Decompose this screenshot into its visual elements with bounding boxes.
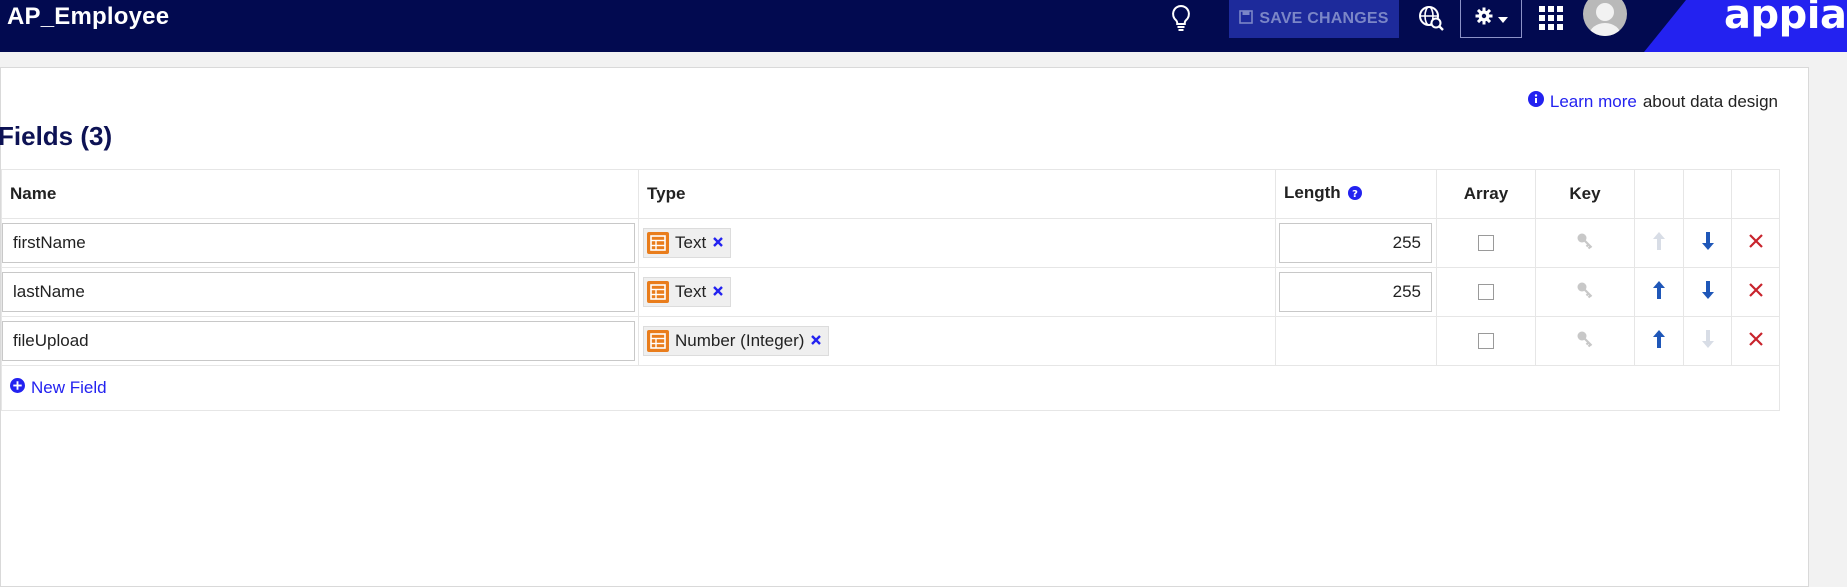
data-type-icon — [647, 232, 669, 254]
new-field-link[interactable]: New Field — [10, 378, 107, 398]
key-cell — [1535, 267, 1635, 317]
length-input[interactable] — [1279, 223, 1432, 263]
learn-more-suffix: about data design — [1642, 91, 1778, 111]
remove-type-icon[interactable] — [712, 233, 724, 253]
move-down-cell — [1683, 218, 1732, 268]
array-cell — [1436, 218, 1536, 268]
chevron-down-icon — [1497, 10, 1508, 28]
globe-search-icon[interactable] — [1415, 2, 1447, 34]
delete-cell — [1731, 218, 1780, 268]
column-header-array: Array — [1436, 169, 1536, 219]
length-cell — [1275, 316, 1437, 366]
apps-grid-icon[interactable] — [1536, 3, 1566, 33]
type-chip[interactable]: Text — [643, 277, 732, 307]
type-cell: Number (Integer) — [638, 316, 1276, 366]
move-down-cell — [1683, 316, 1732, 366]
save-changes-label: SAVE CHANGES — [1259, 10, 1389, 27]
plus-circle-icon — [10, 378, 25, 398]
key-cell — [1535, 218, 1635, 268]
length-cell — [1275, 267, 1437, 317]
name-cell — [1, 316, 639, 366]
remove-type-icon[interactable] — [810, 331, 822, 351]
data-type-icon — [647, 330, 669, 352]
help-icon[interactable]: ? — [1348, 185, 1363, 205]
type-label: Text — [675, 282, 707, 301]
column-header-move-up — [1634, 169, 1684, 219]
data-type-panel: Learn more about data design Fields (3) … — [0, 67, 1809, 587]
array-checkbox[interactable] — [1478, 333, 1494, 349]
learn-more-link[interactable]: Learn more — [1550, 92, 1637, 112]
move-up-cell — [1634, 218, 1684, 268]
delete-cell — [1731, 267, 1780, 317]
new-field-cell: New Field — [1, 365, 1780, 411]
array-cell — [1436, 316, 1536, 366]
length-input[interactable] — [1279, 272, 1432, 312]
arrow-down-icon — [1701, 329, 1714, 353]
delete-cell — [1731, 316, 1780, 366]
gear-icon — [1475, 7, 1493, 30]
new-field-label: New Field — [31, 378, 107, 397]
type-cell: Text — [638, 218, 1276, 268]
delete-icon[interactable] — [1748, 331, 1763, 351]
delete-icon[interactable] — [1748, 233, 1763, 253]
type-chip[interactable]: Number (Integer) — [643, 326, 830, 356]
arrow-down-icon[interactable] — [1701, 231, 1714, 255]
new-field-row: New Field — [1, 365, 1780, 411]
settings-menu-button[interactable] — [1460, 0, 1522, 38]
length-cell — [1275, 218, 1437, 268]
key-icon[interactable] — [1576, 330, 1594, 353]
section-title: Fields (3) — [0, 121, 113, 151]
key-icon[interactable] — [1576, 281, 1594, 304]
appian-logo: appian — [1724, 0, 1847, 38]
save-icon — [1239, 9, 1254, 29]
move-up-cell — [1634, 267, 1684, 317]
lightbulb-icon[interactable] — [1166, 2, 1196, 34]
learn-more-row: Learn more about data design — [1527, 91, 1778, 112]
column-header-key: Key — [1535, 169, 1635, 219]
table-row: Number (Integer) — [1, 316, 1780, 366]
column-header-length-label: Length — [1284, 183, 1341, 202]
fields-table: Name Type Length ? Array Key firstName T… — [1, 169, 1780, 411]
table-row: Text — [1, 267, 1780, 317]
column-header-type: Type — [638, 169, 1276, 219]
column-header-length: Length ? — [1275, 169, 1437, 219]
table-header-row: Name Type Length ? Array Key — [1, 169, 1780, 219]
svg-text:?: ? — [1352, 189, 1358, 200]
name-cell — [1, 218, 639, 268]
move-up-cell — [1634, 316, 1684, 366]
arrow-up-icon[interactable] — [1653, 329, 1665, 353]
save-changes-button[interactable]: SAVE CHANGES — [1229, 0, 1399, 38]
info-icon — [1527, 91, 1544, 112]
array-checkbox[interactable] — [1478, 235, 1494, 251]
remove-type-icon[interactable] — [712, 282, 724, 302]
key-icon[interactable] — [1576, 232, 1594, 255]
avatar[interactable] — [1583, 0, 1627, 36]
delete-icon[interactable] — [1748, 282, 1763, 302]
column-header-name: Name — [1, 169, 639, 219]
type-label: Number (Integer) — [675, 331, 805, 350]
arrow-down-icon[interactable] — [1701, 280, 1714, 304]
move-down-cell — [1683, 267, 1732, 317]
field-name-input[interactable] — [2, 223, 635, 263]
type-cell: Text — [638, 267, 1276, 317]
arrow-up-icon[interactable] — [1653, 280, 1665, 304]
name-cell — [1, 267, 639, 317]
top-bar: AP_Employee SAVE CHANGES appia — [0, 0, 1847, 52]
key-cell — [1535, 316, 1635, 366]
array-checkbox[interactable] — [1478, 284, 1494, 300]
column-header-move-down — [1683, 169, 1732, 219]
field-name-input[interactable] — [2, 321, 635, 361]
arrow-up-icon — [1653, 231, 1665, 255]
field-name-input[interactable] — [2, 272, 635, 312]
column-header-delete — [1731, 169, 1780, 219]
type-label: Text — [675, 233, 707, 252]
app-title: AP_Employee — [7, 3, 170, 30]
type-chip[interactable]: Text — [643, 228, 732, 258]
data-type-icon — [647, 281, 669, 303]
array-cell — [1436, 267, 1536, 317]
table-row: Text — [1, 218, 1780, 268]
